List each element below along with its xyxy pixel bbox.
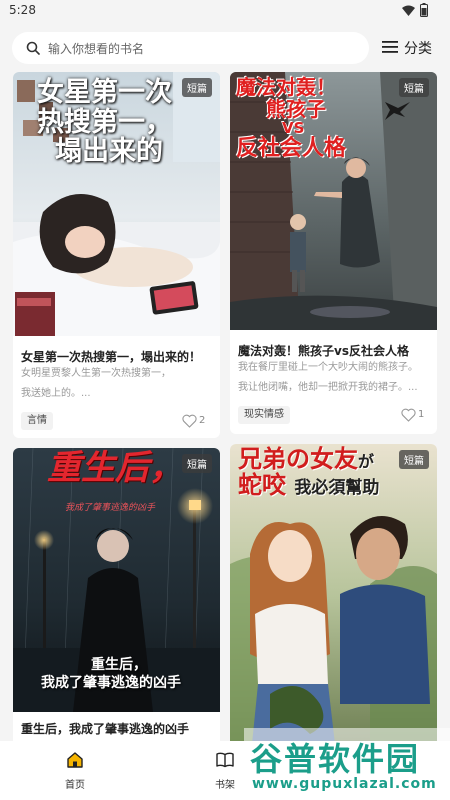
cover-title-part: が — [358, 452, 375, 471]
top-bar: 输入你想看的书名 分类 — [0, 32, 450, 66]
cover-title-part: 蛇咬 — [238, 471, 286, 500]
book-cover: 重生后， 我成了肇事逃逸的凶手 重生后， 我成了肇事逃逸的凶手 短篇 — [13, 448, 220, 712]
cover-subtitle: 我成了肇事逃逸的凶手 — [65, 503, 156, 513]
badge-short: 短篇 — [399, 78, 429, 97]
cover-title-line: 熊孩子 — [266, 97, 326, 121]
wifi-icon — [402, 5, 415, 16]
likes-count: 1 — [418, 409, 425, 420]
cover-title-line: 兄弟の女友が — [238, 446, 379, 472]
book-cover: 魔法对轰！ 熊孩子 VS 反社会人格 短篇 — [230, 72, 437, 330]
book-title: 女星第一次热搜第一，塌出来的！ — [21, 350, 202, 364]
cover-caption: 重生后， 我成了肇事逃逸的凶手 — [41, 656, 181, 692]
book-title: 魔法对轰！熊孩子vs反社会人格 — [238, 344, 409, 358]
book-description-line: 我让他闭嘴，他却一把掀开我的裙子。... — [238, 382, 418, 393]
book-card[interactable]: 重生后， 我成了肇事逃逸的凶手 重生后， 我成了肇事逃逸的凶手 短篇 重生后，我… — [13, 448, 220, 748]
heart-icon — [401, 408, 416, 422]
cover-title-line: 重生后， — [47, 448, 183, 488]
cover-title-line: VS — [282, 119, 305, 137]
cover-title-part: 兄弟の女友 — [238, 445, 358, 473]
cover-title-line: 女星第一次 — [37, 77, 172, 108]
watermark-logo: 谷普软件园 www.gupuxlazal.com — [244, 728, 450, 800]
status-time: 5:28 — [9, 3, 36, 17]
tab-label: 首页 — [65, 780, 85, 791]
watermark-url: www.gupuxlazal.com — [252, 776, 437, 792]
book-description-line: 我送她上的。... — [21, 388, 91, 399]
likes-button[interactable]: 2 — [182, 413, 210, 429]
cover-title-line: 魔法对轰！ — [236, 75, 336, 99]
cover-title-line: 塌出来的 — [55, 136, 163, 168]
book-title: 重生后，我成了肇事逃逸的凶手 — [21, 722, 190, 736]
cover-title: 兄弟の女友が 蛇咬 我必須幫助 — [238, 446, 379, 499]
category-button[interactable]: 分类 — [382, 38, 442, 60]
book-cover: 兄弟の女友が 蛇咬 我必須幫助 短篇 — [230, 444, 437, 748]
book-icon — [216, 752, 234, 768]
book-description: 女明星贾黎人生第一次热搜第一， 我送她上的。... — [21, 364, 212, 404]
cover-title-line: 热搜第一， — [37, 106, 172, 138]
search-input[interactable]: 输入你想看的书名 — [12, 32, 369, 64]
menu-icon — [382, 41, 398, 53]
badge-short: 短篇 — [399, 450, 429, 469]
cover-title-line: 蛇咬 我必須幫助 — [238, 472, 379, 498]
battery-icon — [420, 3, 428, 17]
cover-title-part: 我必須幫助 — [294, 478, 380, 499]
search-placeholder: 输入你想看的书名 — [48, 42, 145, 56]
book-cover: 女星第一次 热搜第一， 塌出来的 短篇 — [13, 72, 220, 336]
book-description-line: 我在餐厅里碰上一个大吵大闹的熊孩子。 — [238, 362, 418, 373]
genre-tag: 现实情感 — [238, 406, 290, 424]
book-description-line: 女明星贾黎人生第一次热搜第一， — [21, 368, 171, 379]
category-label: 分类 — [404, 41, 432, 57]
status-bar: 5:28 — [0, 0, 450, 22]
home-icon — [67, 752, 83, 768]
search-icon — [26, 41, 40, 55]
badge-short: 短篇 — [182, 78, 212, 97]
book-description: 我在餐厅里碰上一个大吵大闹的熊孩子。 我让他闭嘴，他却一把掀开我的裙子。... — [238, 358, 429, 398]
cover-title: 魔法对轰！ 熊孩子 VS 反社会人格 — [236, 76, 346, 161]
book-card[interactable]: 魔法对轰！ 熊孩子 VS 反社会人格 短篇 魔法对轰！熊孩子vs反社会人格 我在… — [230, 72, 437, 434]
tab-home[interactable]: 首页 — [45, 751, 105, 793]
heart-icon — [182, 414, 197, 428]
genre-tag: 言情 — [21, 412, 53, 430]
book-card[interactable]: 兄弟の女友が 蛇咬 我必須幫助 短篇 — [230, 444, 437, 748]
cover-caption-line: 我成了肇事逃逸的凶手 — [41, 675, 181, 692]
book-card[interactable]: 女星第一次 热搜第一， 塌出来的 短篇 女星第一次热搜第一，塌出来的！ 女明星贾… — [13, 72, 220, 438]
cover-title: 女星第一次 热搜第一， 塌出来的 — [37, 78, 172, 167]
badge-short: 短篇 — [182, 454, 212, 473]
cover-title: 重生后， — [47, 448, 183, 488]
likes-button[interactable]: 1 — [401, 407, 427, 423]
cover-title-line: 反社会人格 — [236, 135, 347, 161]
likes-count: 2 — [199, 415, 206, 426]
cover-caption-line: 重生后， — [91, 657, 147, 673]
watermark-text: 谷普软件园 — [250, 740, 421, 778]
